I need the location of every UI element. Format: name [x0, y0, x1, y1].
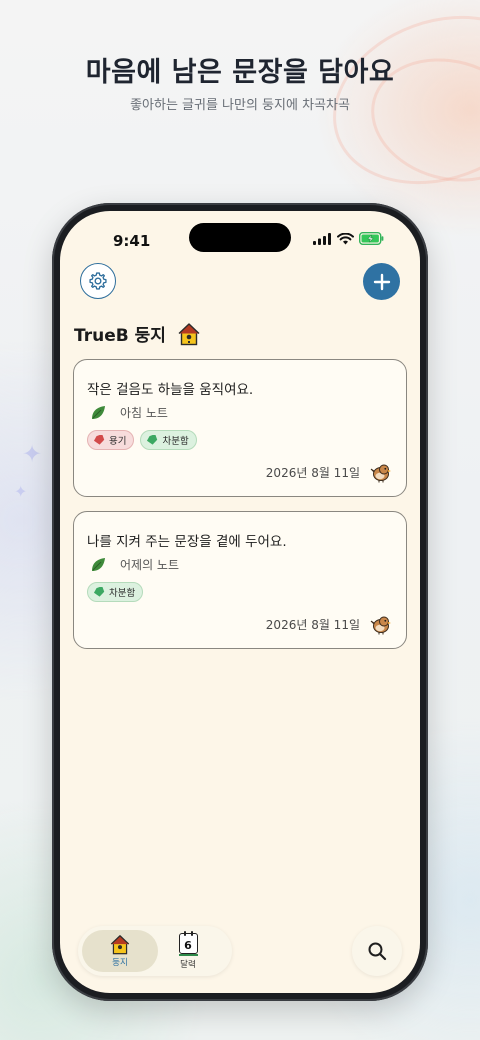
bird-icon	[370, 464, 391, 483]
note-name: 어제의 노트	[120, 558, 180, 572]
nest-header: TrueB 둥지	[74, 321, 200, 346]
sparkle-icon: ✦	[22, 440, 43, 468]
tag-list: 차분함	[87, 582, 144, 602]
dynamic-island	[189, 223, 291, 252]
calendar-day: 6	[184, 938, 192, 952]
note-info: 어제의 노트	[90, 556, 179, 573]
quote-card[interactable]: 작은 걸음도 하늘을 움직여요. 아침 노트 용기 차분함 2026년 8월 1…	[73, 359, 407, 497]
app-screen: 9:41 TrueB 둥지 작은 걸음도 하늘을 움직여요. 아침 노트 용기 …	[60, 211, 420, 993]
note-name: 아침 노트	[120, 406, 168, 420]
birdhouse-icon	[110, 935, 130, 955]
tag-icon	[93, 435, 105, 445]
add-quote-button[interactable]	[363, 263, 400, 300]
battery-charging-icon	[359, 232, 384, 245]
tag-list: 용기 차분함	[87, 430, 197, 450]
tab-label: 둥지	[112, 958, 128, 968]
search-button[interactable]	[352, 926, 402, 976]
gear-icon	[89, 272, 107, 290]
date-row: 2026년 8월 11일	[266, 613, 392, 635]
status-time: 9:41	[113, 232, 151, 250]
quote-date: 2026년 8월 11일	[265, 465, 360, 480]
tag-label: 용기	[109, 436, 127, 447]
tag-icon	[93, 587, 105, 597]
quote-date: 2026년 8월 11일	[265, 617, 360, 632]
search-icon	[368, 942, 387, 961]
promo-subline: 좋아하는 글귀를 나만의 둥지에 차곡차곡	[130, 98, 350, 113]
quote-text: 나를 지켜 주는 문장을 곁에 두어요.	[87, 534, 287, 550]
phone-frame: 9:41 TrueB 둥지 작은 걸음도 하늘을 움직여요. 아침 노트 용기 …	[52, 203, 428, 1001]
tag-chip[interactable]: 차분함	[140, 430, 197, 450]
sparkle-icon: ✦	[14, 482, 28, 501]
leaf-icon	[92, 557, 105, 571]
note-info: 아침 노트	[90, 404, 168, 421]
bottom-tab-bar: 둥지 6 달력	[78, 926, 232, 976]
tab-label: 달력	[180, 959, 196, 970]
tag-label: 차분함	[162, 436, 189, 447]
leaf-icon	[92, 405, 105, 419]
birdhouse-icon	[178, 322, 200, 345]
date-row: 2026년 8월 11일	[266, 461, 392, 483]
tag-label: 차분함	[109, 588, 136, 599]
tag-chip[interactable]: 차분함	[87, 582, 144, 602]
tab-nest[interactable]: 둥지	[82, 930, 158, 972]
settings-button[interactable]	[80, 263, 116, 299]
nest-title: TrueB 둥지	[74, 326, 166, 346]
plus-icon	[373, 273, 390, 290]
quote-card[interactable]: 나를 지켜 주는 문장을 곁에 두어요. 어제의 노트 차분함 2026년 8월…	[73, 511, 407, 649]
tag-chip[interactable]: 용기	[87, 430, 135, 450]
tag-icon	[147, 435, 158, 445]
promo-headline: 마음에 남은 문장을 담아요	[85, 57, 395, 88]
cellular-signal-icon	[313, 232, 331, 245]
calendar-icon: 6	[178, 930, 198, 956]
bird-icon	[370, 616, 391, 635]
status-icons	[313, 232, 384, 245]
wifi-icon	[337, 232, 354, 244]
quote-text: 작은 걸음도 하늘을 움직여요.	[87, 382, 254, 398]
tab-calendar[interactable]: 6 달력	[150, 930, 226, 972]
